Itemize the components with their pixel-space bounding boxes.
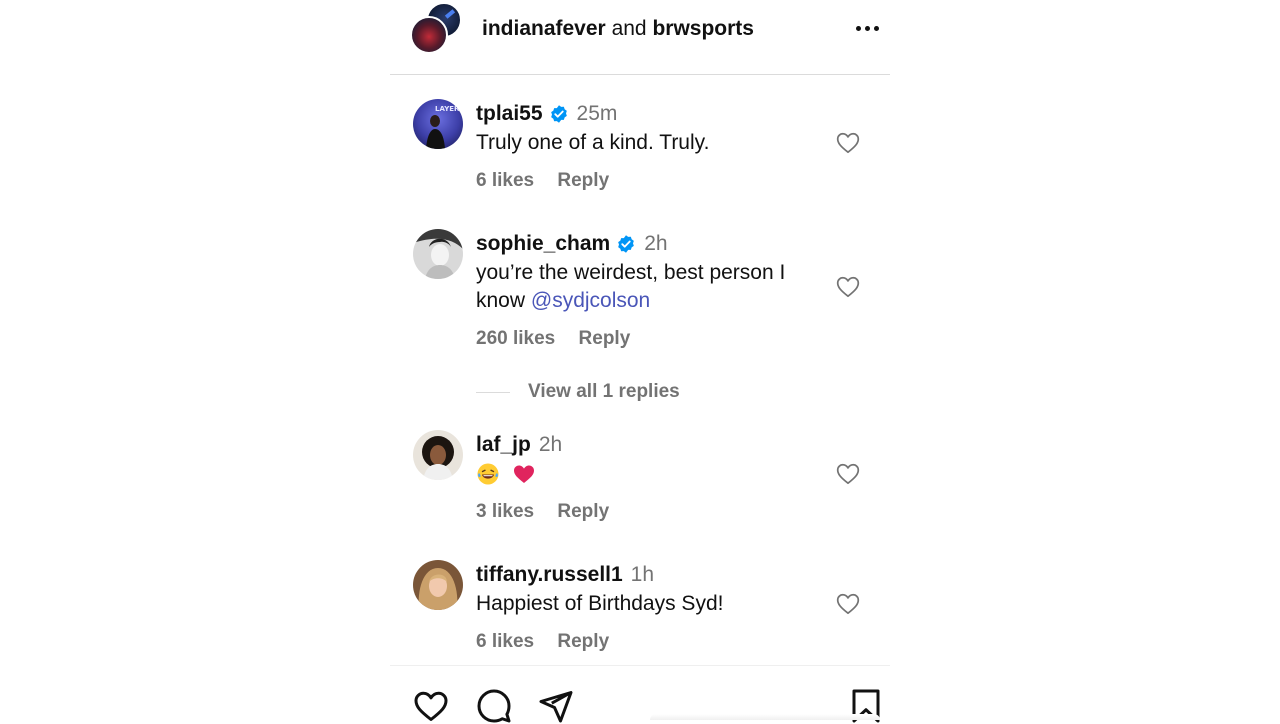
reply-button[interactable]: Reply: [579, 328, 631, 349]
comment-likes[interactable]: 6 likes: [476, 631, 534, 652]
comment-body: sophie_cham 2h you’re the weirdest, best…: [476, 231, 816, 351]
red-heart-emoji: [513, 465, 534, 484]
comment-text: you’re the weirdest, best person I know …: [476, 259, 816, 315]
comment-time: 25m: [576, 102, 618, 125]
post-action-bar: [390, 665, 890, 724]
avatar[interactable]: [413, 430, 463, 480]
comment-mention-link[interactable]: @sydjcolson: [531, 289, 650, 312]
view-replies-button[interactable]: View all 1 replies: [476, 380, 680, 404]
view-replies-label: View all 1 replies: [528, 381, 680, 402]
verified-badge-icon: [618, 235, 635, 253]
more-dot: [864, 25, 870, 31]
comment-bubble-icon[interactable]: [476, 688, 512, 724]
header-title: indianafever and brwsports: [482, 16, 754, 42]
reply-button[interactable]: Reply: [557, 170, 609, 191]
more-dot: [873, 25, 879, 31]
header-user2[interactable]: brwsports: [652, 17, 754, 40]
replies-divider-line: [476, 391, 510, 393]
header-user1[interactable]: indianafever: [482, 17, 606, 40]
verified-badge-icon: [550, 105, 567, 123]
paper-plane-icon[interactable]: [538, 688, 574, 724]
comment-body: tiffany.russell1 1h Happiest of Birthday…: [476, 562, 816, 654]
comment-text: Happiest of Birthdays Syd!: [476, 592, 724, 615]
post-comments-panel: indianafever and brwsports LAYER tplai55…: [390, 0, 890, 724]
comment-emojis: [476, 460, 816, 488]
more-dots-icon: [855, 25, 861, 31]
svg-text:LAYER: LAYER: [435, 105, 460, 113]
avatar[interactable]: LAYER: [413, 99, 463, 149]
comment-text: Truly one of a kind. Truly.: [476, 131, 710, 154]
heart-outline-icon[interactable]: [834, 130, 862, 156]
heart-outline-icon[interactable]: [834, 591, 862, 617]
overlay-edge: [650, 714, 880, 720]
collab-avatars[interactable]: [410, 0, 470, 60]
comment-body: laf_jp 2h 3 likes Reply: [476, 432, 816, 524]
avatar[interactable]: [413, 229, 463, 279]
heart-outline-icon[interactable]: [834, 274, 862, 300]
comment-body: tplai55 25m Truly one of a kind. Truly. …: [476, 101, 816, 193]
comment-time: 2h: [538, 433, 563, 456]
comment-likes[interactable]: 260 likes: [476, 328, 555, 349]
comment-time: 1h: [630, 563, 655, 586]
avatar[interactable]: [413, 560, 463, 610]
laughing-with-tears-emoji: [477, 463, 499, 485]
like-heart-icon[interactable]: [413, 688, 449, 724]
comment-username[interactable]: laf_jp: [476, 432, 531, 458]
comment-username[interactable]: tplai55: [476, 101, 543, 127]
more-options-button[interactable]: [850, 14, 884, 42]
reply-button[interactable]: Reply: [557, 631, 609, 652]
header-and: and: [611, 17, 647, 40]
comment-username[interactable]: sophie_cham: [476, 231, 610, 257]
comment-likes[interactable]: 6 likes: [476, 170, 534, 191]
avatar-indianafever[interactable]: [410, 16, 448, 54]
heart-outline-icon[interactable]: [834, 461, 862, 487]
reply-button[interactable]: Reply: [557, 501, 609, 522]
comment-username[interactable]: tiffany.russell1: [476, 562, 623, 588]
comment-likes[interactable]: 3 likes: [476, 501, 534, 522]
comment-time: 2h: [644, 232, 668, 255]
post-header: indianafever and brwsports: [390, 0, 890, 75]
